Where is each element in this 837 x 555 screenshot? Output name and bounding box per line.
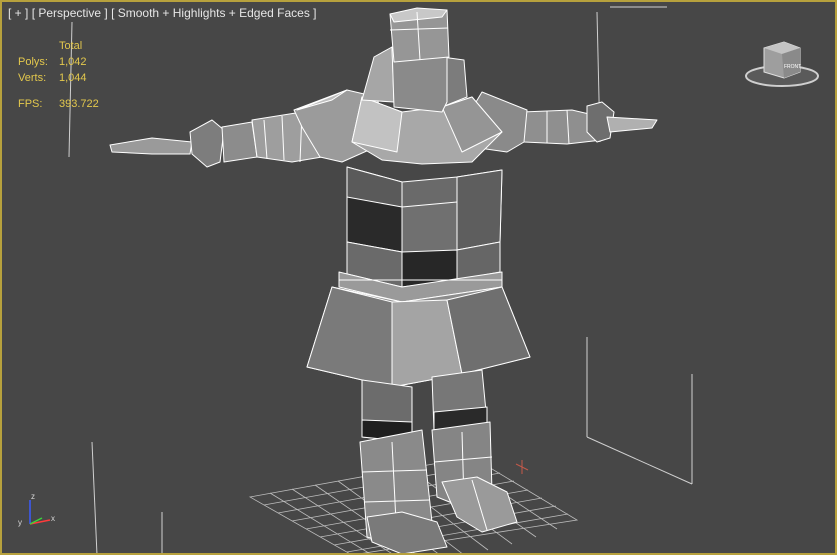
knight-mesh[interactable] <box>109 7 658 554</box>
viewcube-icon[interactable]: FRONT <box>744 40 820 90</box>
viewport-general-menu[interactable]: [ + ] <box>8 6 28 20</box>
verts-value: 1,044 <box>59 72 87 84</box>
axis-tripod: z x y <box>18 492 55 527</box>
polys-value: 1,042 <box>59 56 87 68</box>
axis-y-label: y <box>18 518 22 527</box>
grid-origin-marker <box>515 460 529 474</box>
viewport-label-menu: [ + ] [ Perspective ] [ Smooth + Highlig… <box>8 6 317 20</box>
viewport-shading-menu[interactable]: [ Smooth + Highlights + Edged Faces ] <box>111 6 316 20</box>
stats-header: Total <box>59 40 83 52</box>
viewcube-front-label: FRONT <box>784 64 801 70</box>
verts-label: Verts: <box>18 72 47 84</box>
polys-label: Polys: <box>18 56 48 68</box>
axis-x-label: x <box>51 514 55 523</box>
axis-z-label: z <box>31 492 35 501</box>
viewport-point-of-view-menu[interactable]: [ Perspective ] <box>32 6 108 20</box>
perspective-viewport[interactable]: [ + ] [ Perspective ] [ Smooth + Highlig… <box>0 0 837 555</box>
scene-canvas[interactable] <box>2 2 837 555</box>
statistics-overlay: Total Polys: 1,042 Verts: 1,044 FPS: 393… <box>18 38 99 112</box>
fps-value: 393.722 <box>59 98 99 110</box>
fps-label: FPS: <box>18 98 43 110</box>
